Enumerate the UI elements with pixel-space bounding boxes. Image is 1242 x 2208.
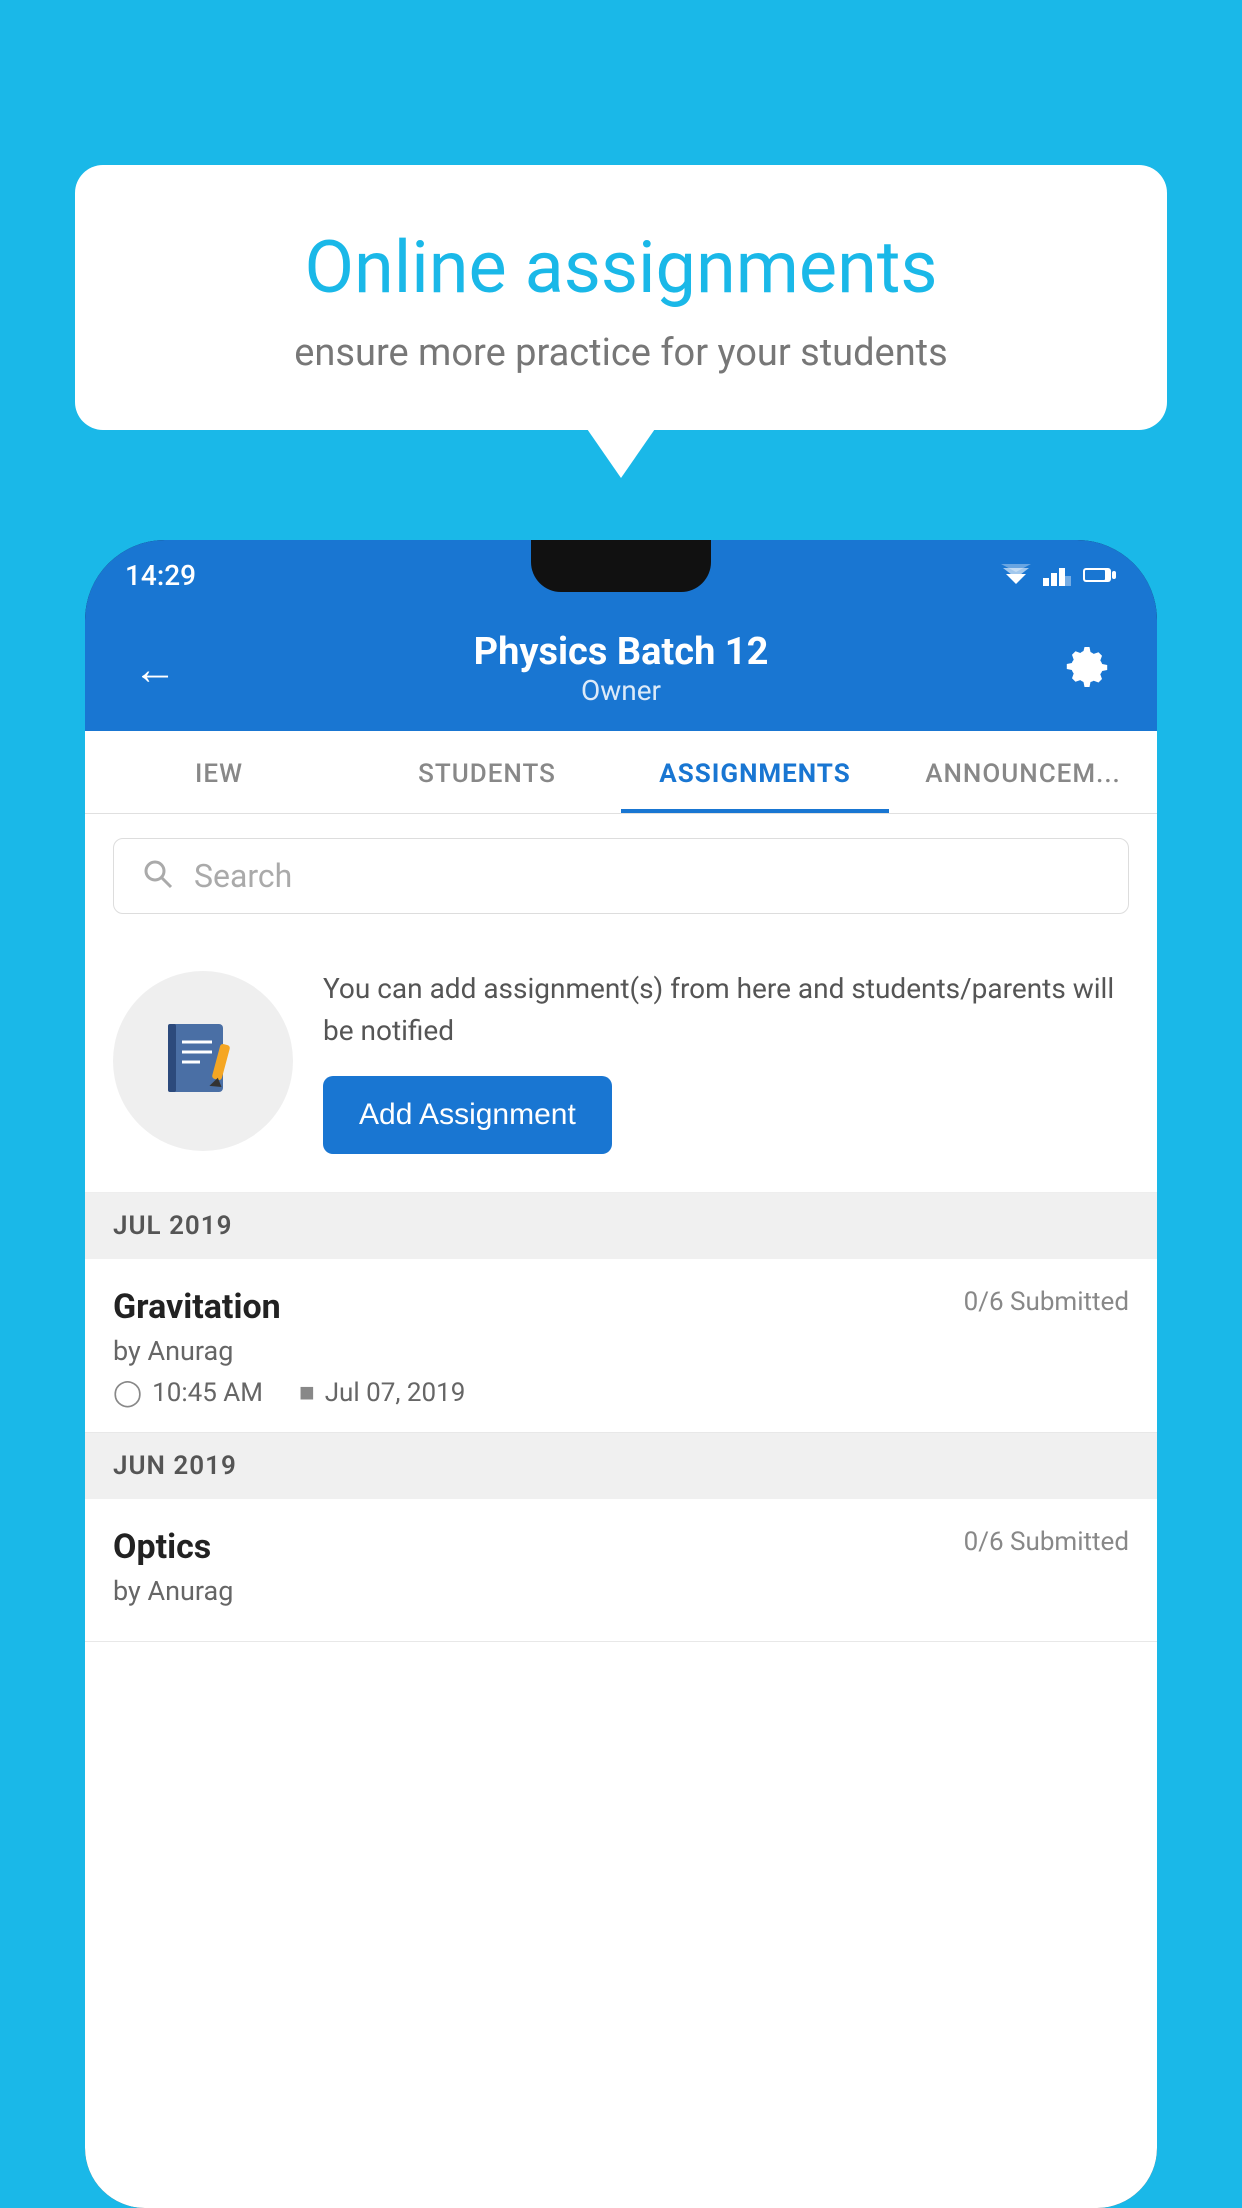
settings-button[interactable] [1057, 637, 1117, 701]
tabs-bar: IEW STUDENTS ASSIGNMENTS ANNOUNCEM... [85, 731, 1157, 814]
assignment-date-gravitation: ■ Jul 07, 2019 [299, 1377, 465, 1408]
assignment-title-gravitation: Gravitation [113, 1287, 281, 1327]
section-header-jun: JUN 2019 [85, 1433, 1157, 1499]
assignment-time-gravitation: ◯ 10:45 AM [113, 1378, 263, 1408]
tab-assignments[interactable]: ASSIGNMENTS [621, 731, 889, 813]
status-icons [1001, 564, 1117, 586]
tab-iew[interactable]: IEW [85, 731, 353, 813]
gear-icon [1065, 645, 1109, 689]
info-bubble-title: Online assignments [145, 225, 1097, 311]
batch-title: Physics Batch 12 [185, 630, 1057, 674]
wifi-icon [1001, 564, 1031, 586]
clock-icon: ◯ [113, 1378, 142, 1408]
promo-description: You can add assignment(s) from here and … [323, 968, 1129, 1052]
promo-icon-circle [113, 971, 293, 1151]
assignment-row1: Gravitation 0/6 Submitted [113, 1287, 1129, 1327]
phone-screen: IEW STUDENTS ASSIGNMENTS ANNOUNCEM... Se… [85, 731, 1157, 2208]
assignment-item-gravitation[interactable]: Gravitation 0/6 Submitted by Anurag ◯ 10… [85, 1259, 1157, 1433]
calendar-icon: ■ [299, 1377, 315, 1408]
assignment-title-optics: Optics [113, 1527, 211, 1567]
assignment-meta-gravitation: ◯ 10:45 AM ■ Jul 07, 2019 [113, 1377, 1129, 1408]
tab-announcements[interactable]: ANNOUNCEM... [889, 731, 1157, 813]
header-title-block: Physics Batch 12 Owner [185, 630, 1057, 707]
status-bar: 14:29 [85, 540, 1157, 610]
promo-text-block: You can add assignment(s) from here and … [323, 968, 1129, 1154]
battery-icon [1083, 566, 1117, 584]
phone-frame: 14:29 ← Phys [85, 540, 1157, 2208]
assignment-row1-optics: Optics 0/6 Submitted [113, 1527, 1129, 1567]
assignment-item-optics[interactable]: Optics 0/6 Submitted by Anurag [85, 1499, 1157, 1642]
signal-icon [1043, 564, 1071, 586]
assignment-author-gravitation: by Anurag [113, 1335, 1129, 1367]
search-icon [142, 858, 174, 894]
batch-subtitle: Owner [185, 674, 1057, 707]
notebook-icon [158, 1016, 248, 1106]
search-placeholder: Search [194, 857, 292, 895]
info-bubble-subtitle: ensure more practice for your students [145, 331, 1097, 375]
add-assignment-promo: You can add assignment(s) from here and … [85, 938, 1157, 1193]
tab-students[interactable]: STUDENTS [353, 731, 621, 813]
assignment-submitted-gravitation: 0/6 Submitted [964, 1287, 1129, 1317]
assignment-author-optics: by Anurag [113, 1575, 1129, 1607]
search-container: Search [85, 814, 1157, 938]
status-time: 14:29 [125, 559, 196, 592]
add-assignment-button[interactable]: Add Assignment [323, 1076, 612, 1154]
info-bubble: Online assignments ensure more practice … [75, 165, 1167, 430]
app-header: ← Physics Batch 12 Owner [85, 610, 1157, 731]
section-header-jul: JUL 2019 [85, 1193, 1157, 1259]
search-bar[interactable]: Search [113, 838, 1129, 914]
assignment-submitted-optics: 0/6 Submitted [964, 1527, 1129, 1557]
back-button[interactable]: ← [125, 635, 185, 703]
